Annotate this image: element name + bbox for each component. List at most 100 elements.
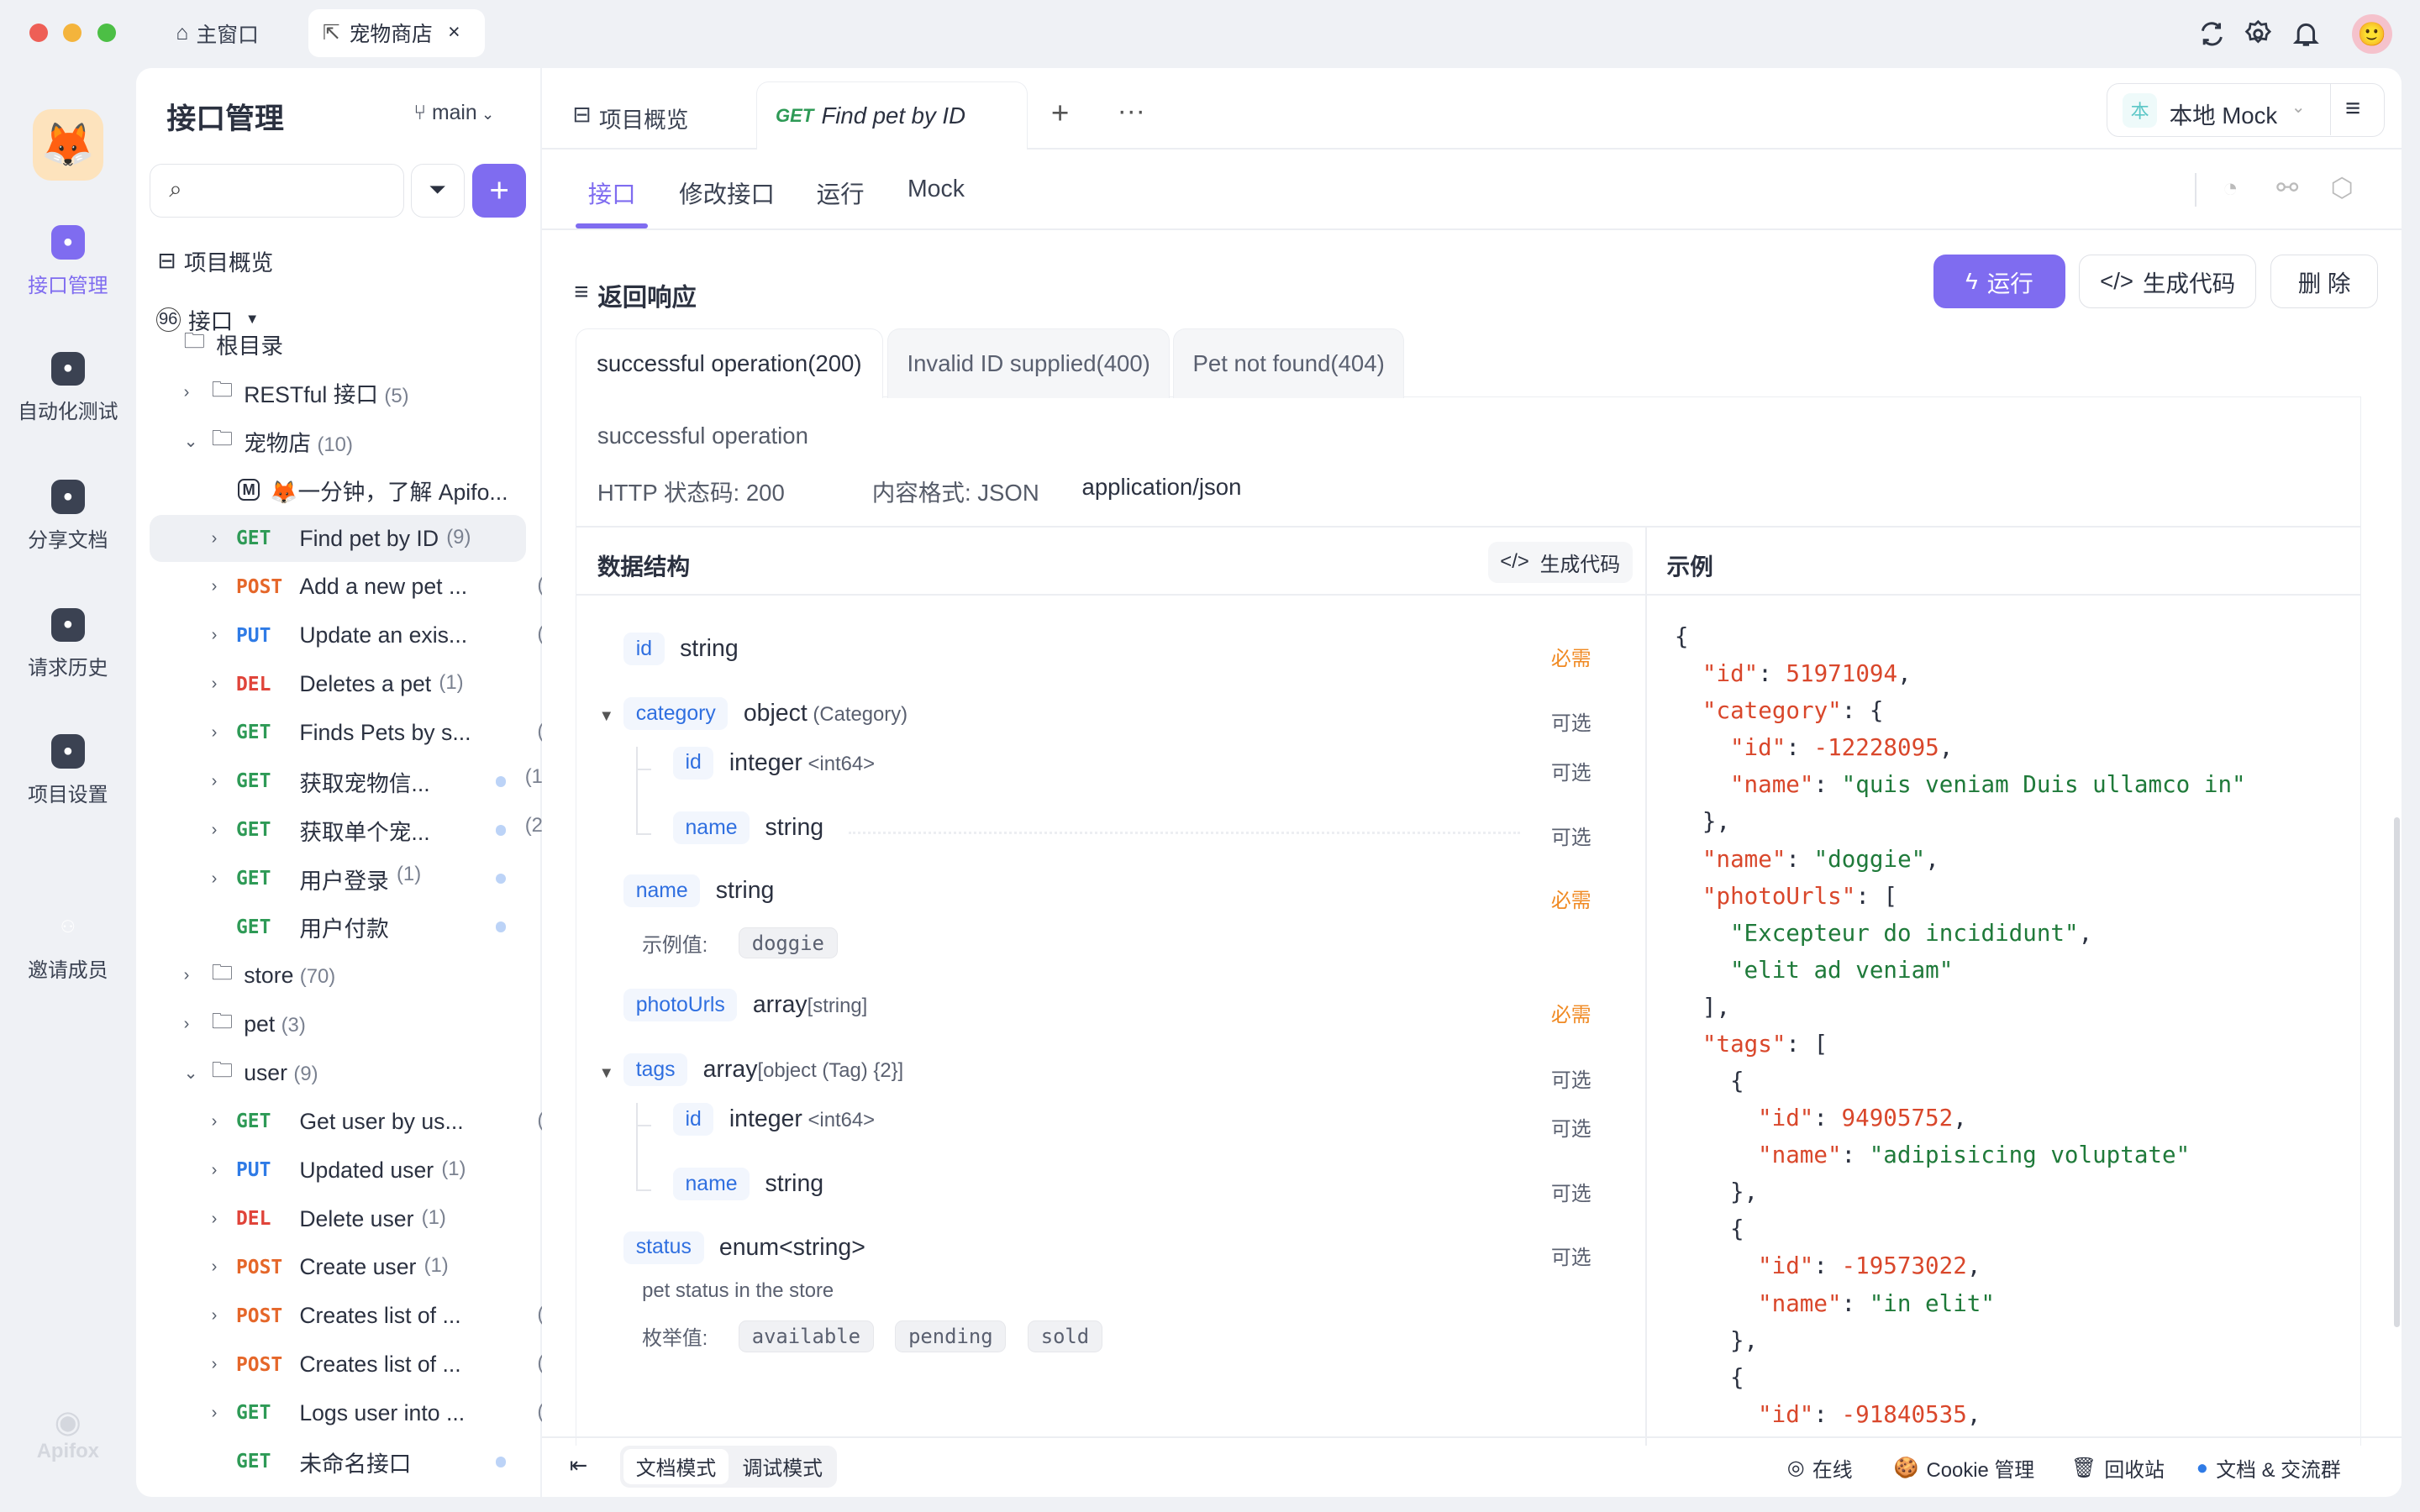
- tree-item[interactable]: ›POSTAdd a new pet ...(1): [150, 564, 526, 610]
- tree-item[interactable]: ›POSTCreates list of ...(1): [150, 1341, 526, 1388]
- tree-item[interactable]: ›GETFind pet by ID(9): [150, 515, 526, 561]
- field-type: array: [753, 991, 808, 1018]
- value-chip: doggie: [739, 927, 838, 958]
- collapse-toggle-icon[interactable]: ▼: [599, 1063, 614, 1082]
- sidebar-item-overview[interactable]: ⊟项目概览: [150, 238, 526, 284]
- close-window-button[interactable]: [29, 24, 48, 42]
- json-line: "photoUrls": [: [1702, 883, 1897, 910]
- docs-community[interactable]: ●文档 & 交流群: [2196, 1453, 2341, 1483]
- field-description: pet status in the store: [642, 1279, 834, 1303]
- project-tab[interactable]: ⇱宠物商店 ×: [308, 9, 484, 57]
- debug-mode-button[interactable]: 调试模式: [732, 1449, 834, 1484]
- home-icon: ⌂: [176, 22, 188, 45]
- json-line: "name": "in elit": [1758, 1290, 1995, 1317]
- tree-item[interactable]: M🦊一分钟，了解 Apifo...: [150, 467, 526, 513]
- subtab-2[interactable]: 运行: [817, 176, 865, 210]
- folder-icon: 🗀: [184, 326, 206, 362]
- settings-hex-icon[interactable]: ⬡: [2330, 173, 2353, 203]
- schema-values: 示例值:doggie: [642, 927, 847, 958]
- search-input[interactable]: [200, 172, 393, 209]
- field-name: tags: [623, 1053, 687, 1086]
- online-status[interactable]: ◎在线: [1787, 1453, 1853, 1483]
- api-icon: ●: [51, 225, 85, 259]
- collapse-sidebar-icon[interactable]: ⇤: [570, 1453, 588, 1478]
- json-line: "name": "doggie",: [1702, 846, 1939, 873]
- rail-item-2[interactable]: ●分享文档: [0, 480, 136, 552]
- environment-selector[interactable]: 本 本地 Mock ⌄ ≡: [2107, 83, 2385, 137]
- list-icon: ≡: [574, 278, 588, 313]
- response-tab-0[interactable]: successful operation(200): [576, 328, 883, 398]
- apifox-logo: ◉Apifox: [0, 1404, 136, 1463]
- minimize-window-button[interactable]: [63, 24, 82, 42]
- json-line: ],: [1702, 994, 1730, 1021]
- response-tab-2[interactable]: Pet not found(404): [1173, 328, 1405, 398]
- filter-icon: ⏷: [429, 178, 446, 203]
- rail-item-1[interactable]: ●自动化测试: [0, 352, 136, 424]
- collapse-toggle-icon[interactable]: ▼: [599, 706, 614, 725]
- rail-item-0[interactable]: ●接口管理: [0, 225, 136, 297]
- close-tab-icon[interactable]: ×: [448, 21, 460, 45]
- scrollbar[interactable]: [2394, 817, 2400, 1326]
- field-name: id: [673, 747, 714, 780]
- field-name: name: [673, 1168, 750, 1200]
- automation-icon: ●: [51, 352, 85, 386]
- subtab-1[interactable]: 修改接口: [679, 176, 775, 210]
- field-name: id: [623, 633, 665, 665]
- branch-selector[interactable]: ⑂ main ⌄: [413, 102, 494, 125]
- tab-find-pet-by-id[interactable]: GETFind pet by ID: [756, 81, 1028, 150]
- user-avatar[interactable]: 🙂: [2352, 14, 2392, 55]
- tree-item[interactable]: ›POSTCreates list of ...(1): [150, 1293, 526, 1339]
- add-button[interactable]: +: [472, 164, 526, 218]
- subtab-0[interactable]: 接口: [588, 176, 636, 210]
- home-tab[interactable]: ⌂主窗口: [176, 18, 258, 49]
- tree-item[interactable]: GET未命名接口: [150, 1439, 526, 1485]
- field-name: name: [623, 874, 700, 907]
- json-line: "Excepteur do incididunt",: [1730, 920, 2092, 947]
- code-icon: </>: [2100, 268, 2133, 295]
- chevron-down-icon: ⌄: [2291, 97, 2306, 118]
- rail-item-5[interactable]: ⚇邀请成员: [0, 911, 136, 983]
- schema-field: id integer <int64> 可选: [0, 747, 1645, 790]
- doc-mode-button[interactable]: 文档模式: [623, 1449, 729, 1484]
- required-flag: 可选: [1551, 821, 1591, 850]
- history-edit-icon[interactable]: ◔: [2223, 173, 2238, 203]
- tree-item[interactable]: ›GETLogs user into ...(1): [150, 1390, 526, 1436]
- cookie-icon: 🍪: [1894, 1456, 1919, 1480]
- plus-icon: +: [489, 171, 509, 210]
- schema-field: id string 必需: [0, 633, 1645, 675]
- tree-item[interactable]: ›🗀RESTful 接口 (5): [150, 370, 526, 416]
- trash-bin[interactable]: 🗑回收站: [2071, 1453, 2165, 1483]
- tree-item[interactable]: 🗀根目录: [150, 321, 526, 367]
- schema-generate-code-button[interactable]: </>生成代码: [1488, 542, 1633, 584]
- http-status: HTTP 状态码: 200: [597, 474, 785, 507]
- menu-icon[interactable]: ≡: [2345, 93, 2360, 123]
- cookie-manager[interactable]: 🍪Cookie 管理: [1894, 1453, 2035, 1483]
- generate-code-button[interactable]: </>生成代码: [2079, 255, 2256, 308]
- tab-overview[interactable]: ⊟项目概览: [572, 102, 688, 134]
- delete-button[interactable]: 删 除: [2270, 255, 2379, 308]
- refresh-icon[interactable]: [2196, 18, 2228, 50]
- project-avatar[interactable]: 🦊: [33, 109, 103, 180]
- value-chip: sold: [1028, 1320, 1102, 1352]
- chevron-down-icon: ⌄: [477, 105, 494, 123]
- bell-icon[interactable]: [2291, 18, 2322, 50]
- maximize-window-button[interactable]: [97, 24, 116, 42]
- flow-icon[interactable]: ⚯: [2276, 173, 2298, 203]
- chevron-right-icon: ›: [184, 383, 190, 402]
- schema-field: name string 可选: [0, 811, 1645, 854]
- overview-icon: ⊟: [572, 102, 591, 134]
- example-title: 示例: [1667, 548, 1713, 581]
- json-line: "category": {: [1702, 697, 1884, 724]
- required-flag: 可选: [1551, 756, 1591, 785]
- response-tab-1[interactable]: Invalid ID supplied(400): [887, 328, 1170, 398]
- gear-icon[interactable]: [2243, 18, 2274, 50]
- tree-item[interactable]: ⌄🗀宠物店 (10): [150, 418, 526, 465]
- search-box[interactable]: ⌕: [150, 164, 404, 218]
- required-flag: 可选: [1551, 1063, 1591, 1093]
- new-tab-button[interactable]: +: [1051, 96, 1069, 131]
- more-tabs-button[interactable]: ···: [1118, 96, 1145, 128]
- schema-field: name string 必需: [0, 874, 1645, 917]
- filter-button[interactable]: ⏷: [411, 164, 465, 218]
- run-button[interactable]: ϟ运行: [1933, 255, 2065, 308]
- subtab-3[interactable]: Mock: [908, 176, 965, 203]
